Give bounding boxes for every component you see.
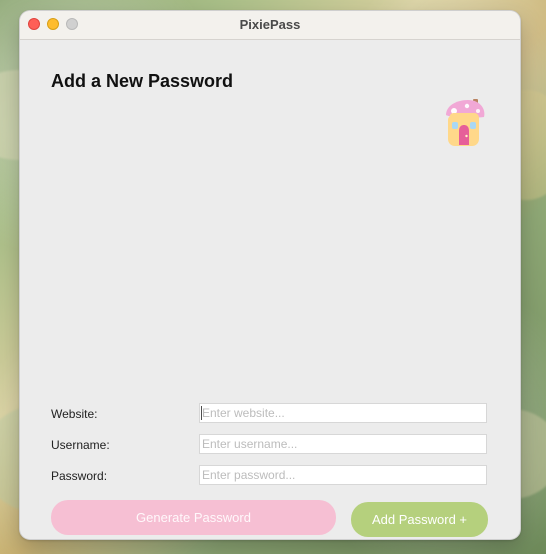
add-password-button[interactable]: Add Password + [351, 502, 488, 537]
password-label: Password: [51, 469, 108, 483]
page-title: Add a New Password [51, 71, 234, 91]
text-cursor [201, 406, 202, 420]
password-input[interactable] [199, 465, 487, 485]
titlebar: PixiePass [20, 11, 520, 40]
app-window: PixiePass Add a New Password Website: Us… [19, 10, 521, 540]
username-input[interactable] [199, 434, 487, 454]
generate-password-button[interactable]: Generate Password [51, 500, 336, 535]
username-label: Username: [51, 438, 110, 452]
main-content: Add a New Password Website: Username: Pa… [20, 40, 520, 539]
window-title: PixiePass [239, 17, 301, 32]
website-input[interactable] [199, 403, 487, 423]
website-label: Website: [51, 407, 98, 421]
mushroom-house-icon [439, 98, 487, 150]
